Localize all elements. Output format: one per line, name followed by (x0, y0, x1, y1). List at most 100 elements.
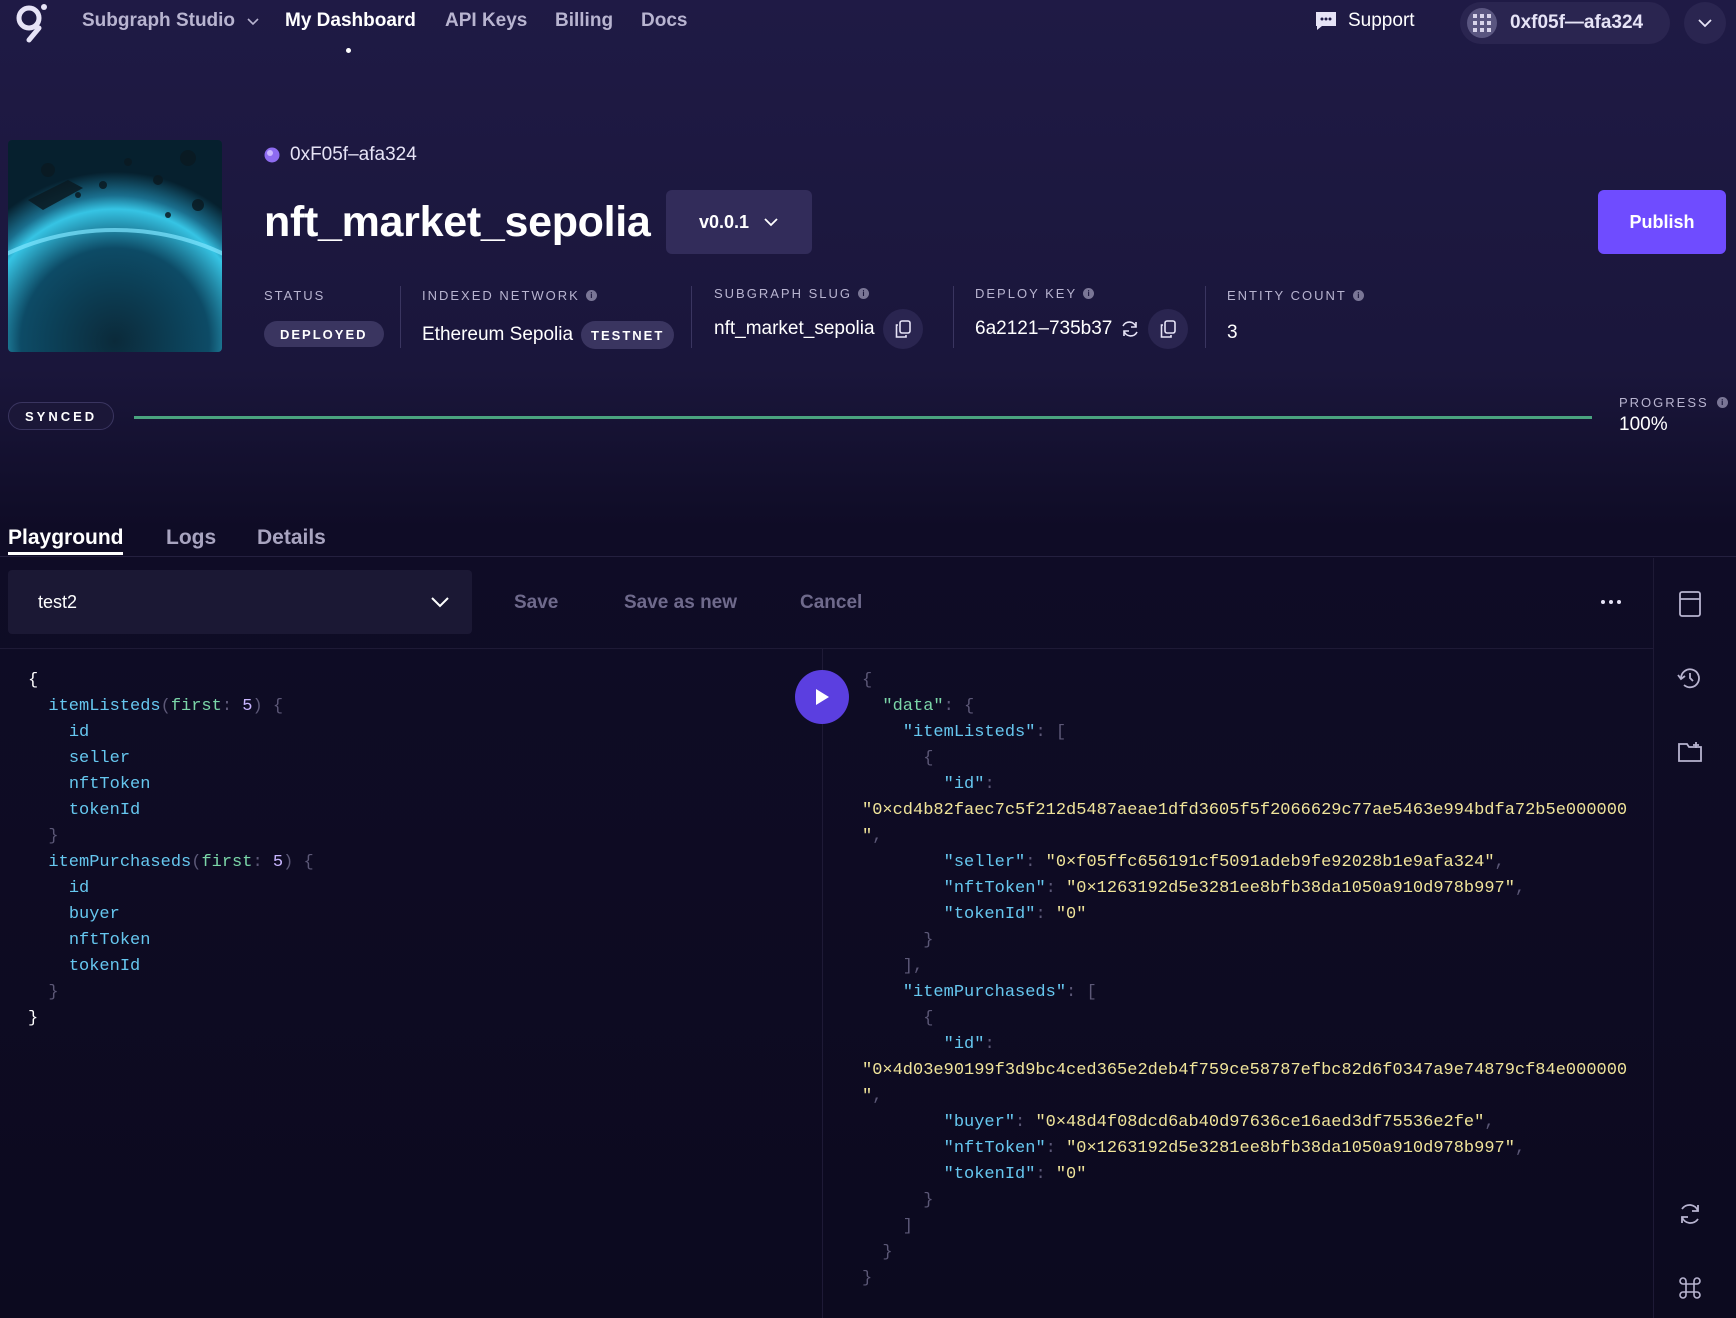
code-token: first (201, 853, 253, 872)
code-token: : (1045, 1139, 1067, 1158)
more-dot (1617, 600, 1621, 604)
entity-count-label: ENTITY COUNT (1227, 288, 1347, 303)
more-options-button[interactable] (1596, 592, 1626, 612)
result-line: ], (862, 954, 1627, 980)
result-line: } (862, 928, 1627, 954)
result-line: { (862, 1006, 1627, 1032)
result-line: { (862, 668, 1627, 694)
account-button[interactable]: 0xf05f—afa324 (1460, 2, 1670, 44)
save-button[interactable]: Save (514, 592, 558, 614)
info-icon[interactable]: i (1083, 288, 1095, 299)
code-token: : [ (1035, 723, 1067, 742)
info-icon[interactable]: i (1716, 397, 1728, 408)
publish-button[interactable]: Publish (1598, 190, 1726, 254)
code-token: 5 (242, 697, 253, 716)
code-token: tokenId (68, 957, 141, 976)
result-line: "id": (862, 772, 1627, 798)
result-line: "nftToken": "0×1263192d5e3281ee8bfb38da1… (862, 1136, 1627, 1162)
editor-result-divider (822, 648, 823, 1318)
code-token: nftToken (68, 931, 151, 950)
code-token: } (862, 1243, 893, 1262)
info-icon[interactable]: i (585, 290, 597, 301)
copy-icon (895, 320, 911, 338)
tab-details[interactable]: Details (257, 526, 326, 550)
nav-subgraph-studio[interactable]: Subgraph Studio (82, 10, 260, 32)
version-select[interactable]: v0.0.1 (666, 190, 812, 254)
nav-api-keys[interactable]: API Keys (445, 10, 527, 32)
query-line: seller (28, 746, 314, 772)
code-token: "tokenId" (943, 1165, 1036, 1184)
result-line: "itemListeds": [ (862, 720, 1627, 746)
code-token: itemListeds (48, 697, 161, 716)
account-name: 0xf05f—afa324 (1510, 12, 1644, 33)
slug-label-wrap: SUBGRAPH SLUG i (714, 286, 869, 301)
code-token: "0×1263192d5e3281ee8bfb38da1050a910d978b… (1066, 879, 1515, 898)
copy-slug-button[interactable] (882, 309, 923, 349)
code-token: } (28, 1009, 39, 1028)
copy-deploy-key-button[interactable] (1148, 309, 1189, 349)
tab-logs[interactable]: Logs (166, 526, 216, 550)
result-line: { (862, 746, 1627, 772)
info-icon[interactable]: i (1352, 290, 1364, 301)
tab-playground[interactable]: Playground (8, 526, 124, 550)
result-line: "tokenId": "0" (862, 1162, 1627, 1188)
refetch-schema-button[interactable] (1676, 1200, 1704, 1228)
status-value-wrap: DEPLOYED (264, 321, 384, 347)
active-tab-underline (8, 552, 123, 555)
run-query-button[interactable] (795, 670, 849, 724)
query-line: tokenId (28, 798, 314, 824)
code-token: ], (862, 957, 924, 976)
saved-queries-button[interactable] (1676, 738, 1704, 766)
code-token: buyer (68, 905, 120, 924)
code-token: 5 (272, 853, 284, 872)
code-token: : (1035, 1165, 1056, 1184)
query-editor[interactable]: { itemListeds(first: 5) { id seller nftT… (28, 668, 314, 1032)
code-token: ( (160, 697, 171, 716)
refresh-icon[interactable] (1120, 319, 1140, 339)
code-token: : [ (1066, 983, 1097, 1002)
shortcuts-button[interactable] (1676, 1274, 1704, 1302)
code-token: "nftToken" (943, 879, 1046, 898)
query-result-viewer: { "data": { "itemListeds": [ { "id": "0×c… (862, 668, 1627, 1292)
code-token: } (28, 983, 59, 1002)
testnet-badge: TESTNET (581, 321, 675, 349)
tabs-divider (0, 556, 1736, 557)
network-value-wrap: Ethereum Sepolia TESTNET (422, 321, 675, 349)
code-token: , (1494, 853, 1505, 872)
status-label: STATUS (264, 288, 326, 303)
code-token: "seller" (943, 853, 1026, 872)
nav-docs[interactable]: Docs (641, 10, 687, 32)
code-token: : (221, 697, 243, 716)
chat-icon (1316, 12, 1336, 30)
support-link[interactable]: Support (1314, 10, 1415, 32)
code-token: { (862, 1009, 934, 1028)
slug-label: SUBGRAPH SLUG (714, 286, 852, 301)
history-icon (1677, 668, 1700, 689)
nav-my-dashboard[interactable]: My Dashboard (285, 10, 416, 32)
code-token: seller (68, 749, 131, 768)
top-nav: Subgraph Studio My Dashboard API Keys Bi… (0, 0, 1736, 53)
cancel-button[interactable]: Cancel (800, 592, 862, 614)
account-menu-button[interactable] (1684, 2, 1726, 44)
graph-logo-icon[interactable] (14, 3, 48, 43)
nav-billing[interactable]: Billing (555, 10, 613, 32)
document-explorer-button[interactable] (1676, 590, 1704, 618)
save-as-new-button[interactable]: Save as new (624, 592, 737, 614)
slug-value: nft_market_sepolia (714, 318, 875, 339)
result-line: "buyer": "0×48d4f08dcd6ab40d97636ce16aed… (862, 1110, 1627, 1136)
code-token: "0" (1055, 1165, 1087, 1184)
result-line: "seller": "0×f05ffc656191cf5091adeb9fe92… (862, 850, 1627, 876)
info-icon[interactable]: i (857, 288, 869, 299)
query-line: id (28, 876, 314, 902)
history-button[interactable] (1676, 664, 1704, 692)
saved-query-select[interactable]: test2 (8, 570, 472, 634)
